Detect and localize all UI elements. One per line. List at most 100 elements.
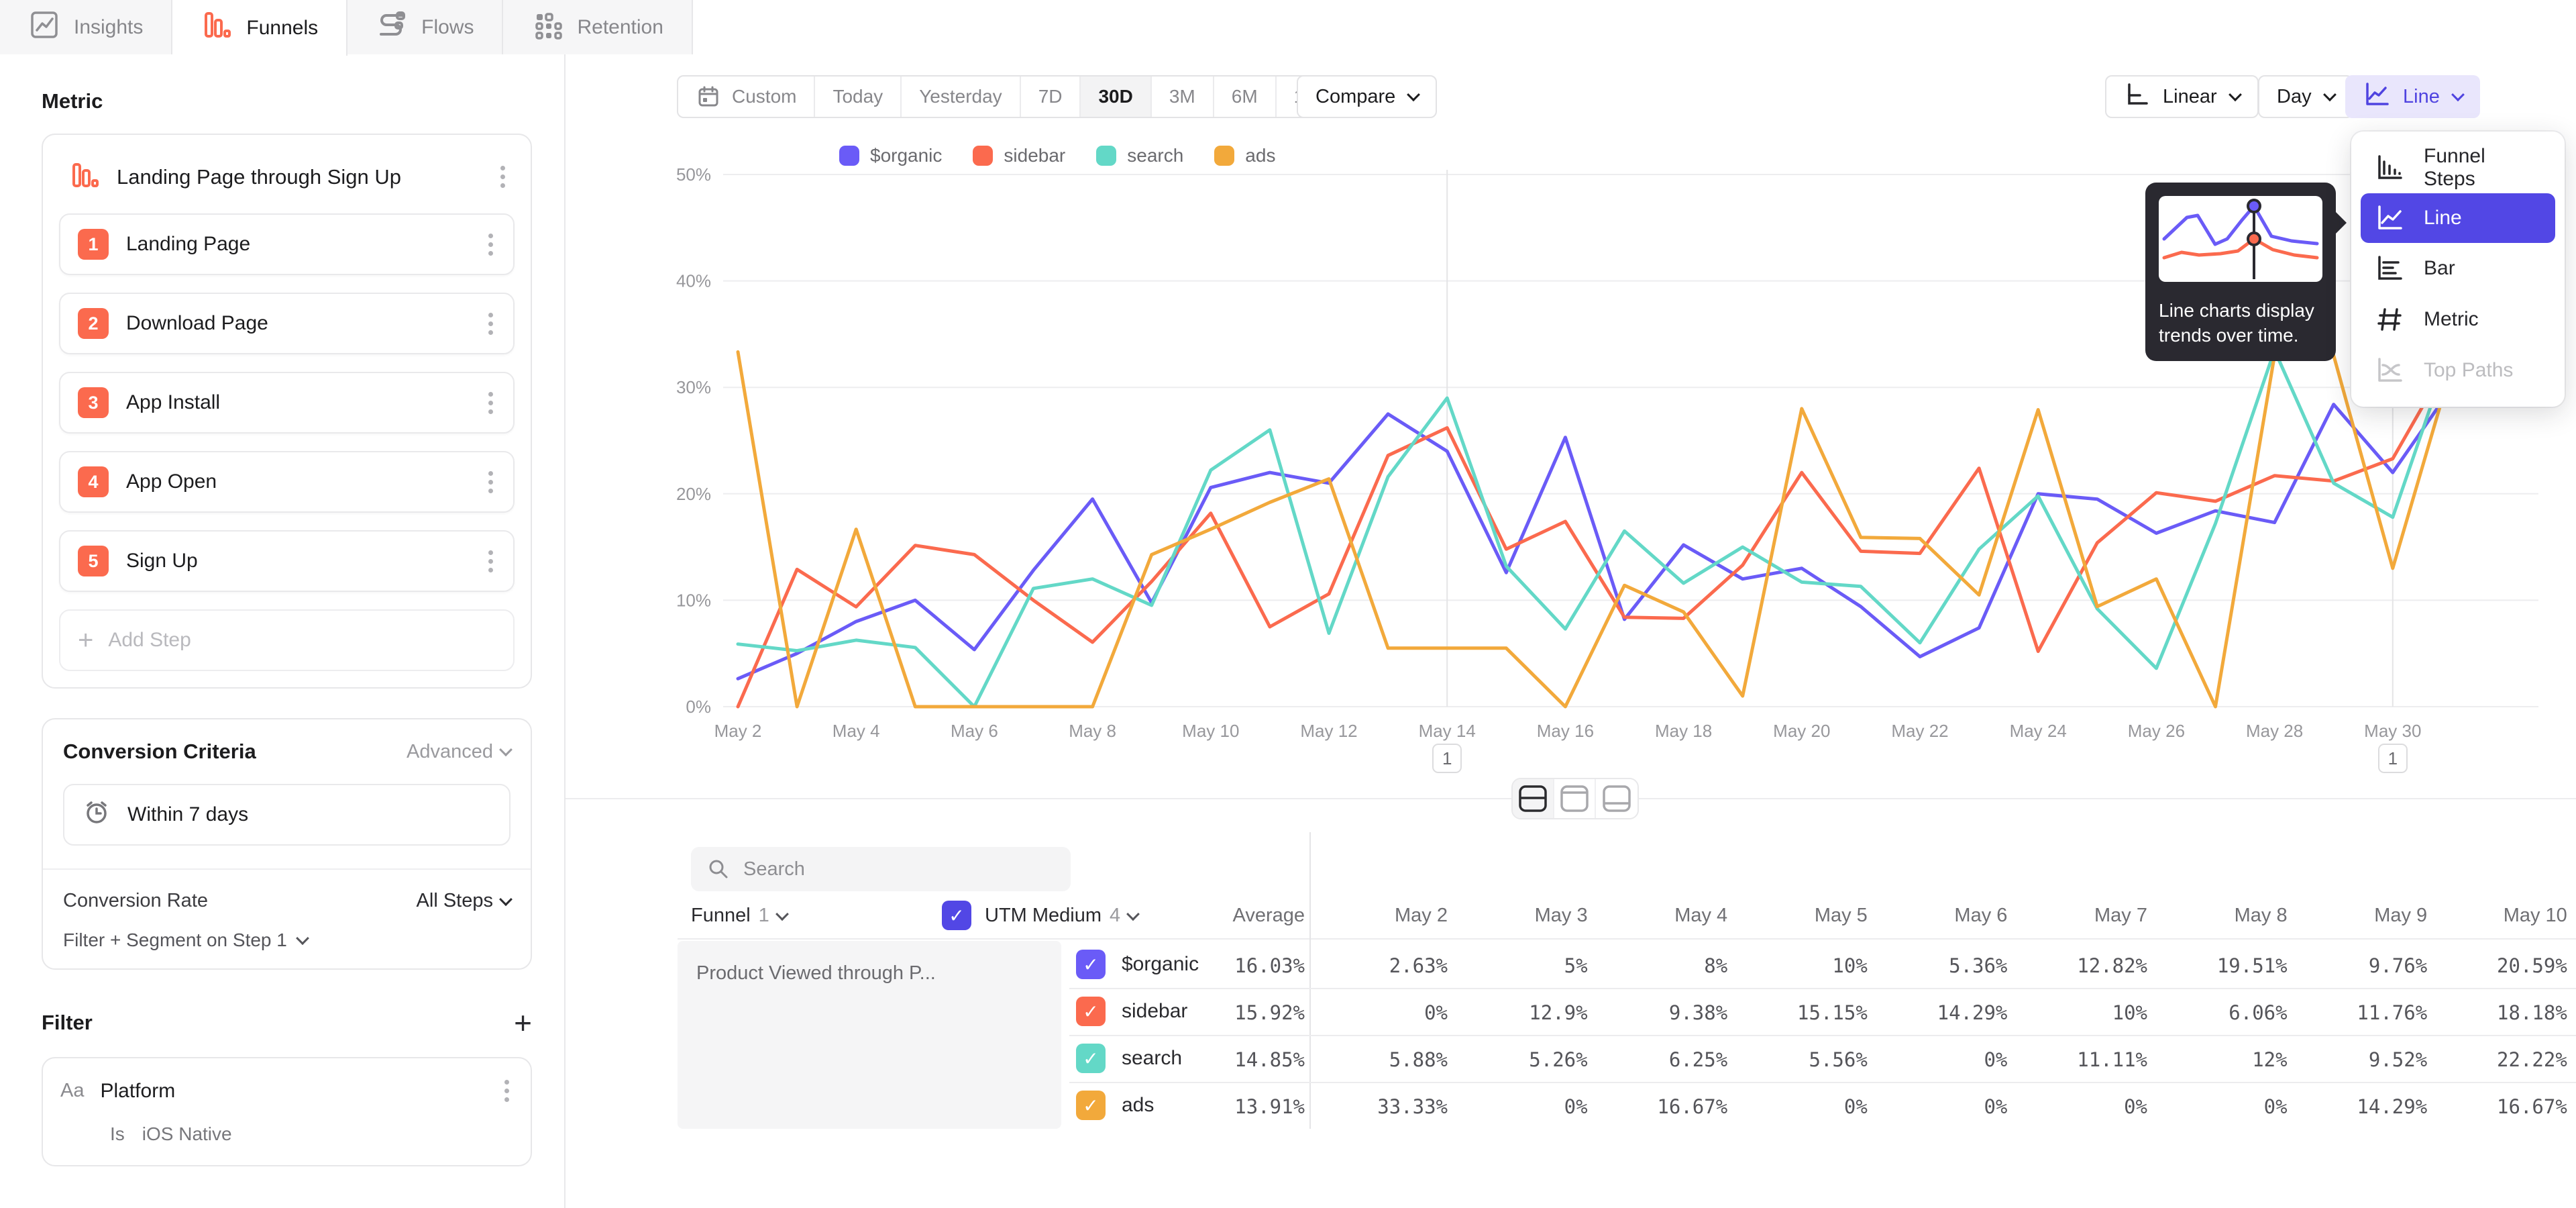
filter-property[interactable]: Platform <box>100 1080 484 1103</box>
cell-value: 0% <box>1880 1048 2007 1071</box>
svg-text:May 30: May 30 <box>2364 721 2421 741</box>
filter-section-title: Filter <box>42 1011 93 1035</box>
cell-value: 18.18% <box>2440 1001 2567 1024</box>
compare-label: Compare <box>1316 86 1395 108</box>
conversion-criteria-card: Conversion Criteria Advanced Within 7 da… <box>42 718 532 970</box>
cell-value: 16.67% <box>1600 1095 1727 1118</box>
clock-icon <box>82 797 111 832</box>
chart-type-dropdown[interactable]: Line <box>2345 75 2480 118</box>
funnel-step-landing-page[interactable]: 1 Landing Page <box>59 213 515 275</box>
date-column-header: May 2 <box>1320 905 1448 927</box>
range-today[interactable]: Today <box>815 77 902 117</box>
menu-item-label: Funnel Steps <box>2424 145 2542 191</box>
layout-toggle-table-view[interactable] <box>1596 779 1638 818</box>
filter-value[interactable]: iOS Native <box>142 1123 232 1145</box>
funnel-row-label[interactable]: Product Viewed through P... <box>678 941 1061 1129</box>
svg-text:May 12: May 12 <box>1300 721 1357 741</box>
funnel-column-dropdown[interactable]: Funnel1 <box>691 905 787 927</box>
menu-item-metric[interactable]: Metric <box>2351 294 2565 345</box>
range-custom[interactable]: Custom <box>678 77 815 117</box>
layout-toggle-chart-view[interactable] <box>1554 779 1596 818</box>
step-label: Landing Page <box>126 233 467 256</box>
metric-card: Landing Page through Sign Up 1 Landing P… <box>42 134 532 689</box>
tab-label: Funnels <box>246 17 318 40</box>
advanced-dropdown[interactable]: Advanced <box>407 741 511 763</box>
row-checkbox-organic[interactable]: ✓ <box>1076 950 1106 979</box>
step-kebab-menu[interactable] <box>484 230 497 260</box>
series-line-organic[interactable] <box>738 387 2452 678</box>
svg-text:50%: 50% <box>676 164 711 185</box>
funnel-kebab-menu[interactable] <box>496 162 509 192</box>
funnels-icon <box>201 9 233 47</box>
add-step-button[interactable]: + Add Step <box>59 609 515 671</box>
table-header-divider <box>678 938 2576 940</box>
add-breakdown-button[interactable]: + <box>514 1204 532 1208</box>
range-yesterday[interactable]: Yesterday <box>902 77 1021 117</box>
step-kebab-menu[interactable] <box>484 388 497 418</box>
range-30d[interactable]: 30D <box>1081 77 1151 117</box>
chevron-down-icon <box>499 743 513 756</box>
compare-button[interactable]: Compare <box>1297 75 1437 118</box>
step-kebab-menu[interactable] <box>484 309 497 339</box>
bar-chart-icon <box>2374 253 2405 284</box>
funnel-step-sign-up[interactable]: 5 Sign Up <box>59 530 515 592</box>
line-chart-icon <box>2363 80 2391 113</box>
menu-item-bar[interactable]: Bar <box>2351 243 2565 294</box>
scale-dropdown[interactable]: Linear <box>2105 75 2259 118</box>
date-column-header: May 5 <box>1740 905 1868 927</box>
range-3m[interactable]: 3M <box>1152 77 1214 117</box>
svg-text:May 4: May 4 <box>833 721 880 741</box>
add-step-label: Add Step <box>108 629 191 652</box>
chevron-down-icon <box>1126 907 1140 921</box>
table-search-input[interactable]: Search <box>691 847 1071 891</box>
conversion-window-button[interactable]: Within 7 days <box>63 784 511 846</box>
svg-text:May 10: May 10 <box>1182 721 1239 741</box>
conversion-rate-dropdown[interactable]: All Steps <box>417 890 511 912</box>
funnel-step-app-install[interactable]: 3 App Install <box>59 372 515 434</box>
add-filter-button[interactable]: + <box>514 1007 532 1038</box>
layout-toggle-split-view[interactable] <box>1513 779 1554 818</box>
breakdown-select-all-checkbox[interactable]: ✓ <box>942 901 971 930</box>
range-6m[interactable]: 6M <box>1214 77 1277 117</box>
line-menu-tooltip: Line charts display trends over time. <box>2145 183 2336 361</box>
row-checkbox-ads[interactable]: ✓ <box>1076 1091 1106 1120</box>
step-kebab-menu[interactable] <box>484 467 497 497</box>
table-view-icon <box>1602 785 1631 812</box>
filter-operator[interactable]: Is <box>110 1123 125 1145</box>
filter-kebab-menu[interactable] <box>500 1076 513 1106</box>
cell-value: 0% <box>1460 1095 1588 1118</box>
tab-label: Retention <box>577 16 663 39</box>
top-paths-icon <box>2374 355 2405 386</box>
cell-value: 8% <box>1600 954 1727 977</box>
tab-retention[interactable]: Retention <box>503 0 692 54</box>
tab-flows[interactable]: Flows <box>347 0 503 54</box>
annotation-badge[interactable]: 1 <box>2378 744 2408 773</box>
tab-funnels[interactable]: Funnels <box>172 0 347 56</box>
breakdown-column-dropdown[interactable]: UTM Medium4 <box>985 905 1138 927</box>
query-sidebar: Metric Landing Page through Sign Up 1 La… <box>0 54 566 1208</box>
range-7d[interactable]: 7D <box>1021 77 1081 117</box>
interval-dropdown[interactable]: Day <box>2258 75 2353 118</box>
cell-value: 9.76% <box>2300 954 2427 977</box>
menu-item-funnel-steps[interactable]: Funnel Steps <box>2351 142 2565 193</box>
date-range-control: CustomTodayYesterday7D30D3M6M12M <box>677 75 1349 118</box>
row-checkbox-search[interactable]: ✓ <box>1076 1044 1106 1073</box>
insights-icon <box>28 9 60 46</box>
svg-text:May 22: May 22 <box>1891 721 1948 741</box>
tab-insights[interactable]: Insights <box>0 0 172 54</box>
funnel-step-download-page[interactable]: 2 Download Page <box>59 293 515 354</box>
step-label: App Install <box>126 391 467 414</box>
row-average: 16.03% <box>1171 954 1305 977</box>
split-view-icon <box>1518 785 1548 812</box>
step-number-badge: 2 <box>78 308 109 339</box>
menu-item-line[interactable]: Line <box>2361 193 2555 243</box>
metric-header[interactable]: Landing Page through Sign Up <box>59 152 515 213</box>
svg-text:May 16: May 16 <box>1537 721 1594 741</box>
step-number-badge: 5 <box>78 546 109 576</box>
funnel-step-app-open[interactable]: 4 App Open <box>59 451 515 513</box>
filter-segment-dropdown[interactable]: Filter + Segment on Step 1 <box>63 929 511 951</box>
row-checkbox-sidebar[interactable]: ✓ <box>1076 997 1106 1026</box>
step-kebab-menu[interactable] <box>484 546 497 576</box>
svg-text:May 14: May 14 <box>1419 721 1476 741</box>
annotation-badge[interactable]: 1 <box>1432 744 1462 773</box>
